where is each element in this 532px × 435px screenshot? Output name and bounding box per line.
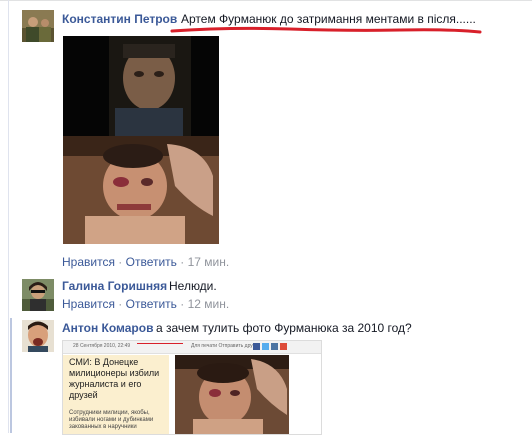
comment-author[interactable]: Антон Комаров xyxy=(62,321,153,335)
article-toolbar-text: Для печати Отправить другу xyxy=(191,343,258,349)
comment-author[interactable]: Константин Петров xyxy=(62,12,177,26)
article-lead: Сотрудники милиции, якобы, избивали нога… xyxy=(69,410,154,430)
comment-actions: Нравится · Ответить · 12 мин. xyxy=(62,297,229,311)
reply-link[interactable]: Ответить xyxy=(126,255,177,269)
separator: · xyxy=(118,297,123,311)
red-underline-annotation xyxy=(170,26,482,34)
separator: · xyxy=(180,297,185,311)
avatar[interactable] xyxy=(22,279,54,311)
avatar[interactable] xyxy=(22,320,54,352)
article-date: 28 Сентября 2010, 22:49 xyxy=(73,343,131,349)
date-underline xyxy=(137,343,183,344)
like-link[interactable]: Нравится xyxy=(62,255,115,269)
comment-text: а зачем тулить фото Фурманюка за 2010 го… xyxy=(156,321,412,335)
reply-link[interactable]: Ответить xyxy=(126,297,177,311)
separator: · xyxy=(180,255,185,269)
article-photo xyxy=(175,355,289,434)
avatar[interactable] xyxy=(22,10,54,42)
attached-article-screenshot[interactable]: 28 Сентября 2010, 22:49 Для печати Отпра… xyxy=(62,340,322,435)
avatar-image xyxy=(22,10,54,42)
article-headline: СМИ: В Донецке милиционеры избили журнал… xyxy=(69,357,160,400)
avatar-image xyxy=(22,279,54,311)
separator: · xyxy=(118,255,123,269)
reply-thread-indicator xyxy=(10,318,12,433)
comment-author[interactable]: Галина Горишняя xyxy=(62,279,167,293)
avatar-image xyxy=(22,320,54,352)
top-divider xyxy=(0,0,532,1)
comment-time[interactable]: 17 мин. xyxy=(188,255,230,269)
thread-left-rule xyxy=(8,0,9,433)
share-icons xyxy=(253,343,293,351)
photo-collage xyxy=(63,36,219,244)
comment-actions: Нравится · Ответить · 17 мин. xyxy=(62,255,229,269)
comment-text: Нелюди. xyxy=(169,279,217,293)
comment-time[interactable]: 12 мин. xyxy=(188,297,230,311)
like-link[interactable]: Нравится xyxy=(62,297,115,311)
attached-photo[interactable] xyxy=(63,36,219,244)
